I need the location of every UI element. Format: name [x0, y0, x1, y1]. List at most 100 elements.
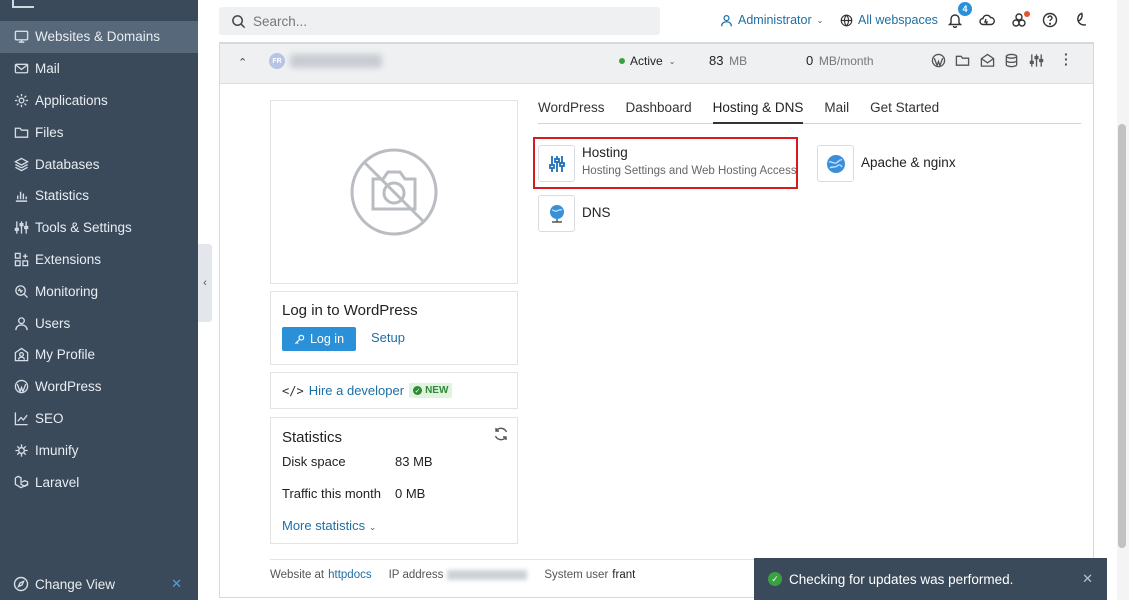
domain-panel: ⌃ FR Active ⌄ 83 MB 0 MB/month · · · Log i…	[219, 42, 1094, 598]
mail-icon	[13, 61, 29, 77]
sidebar-item-tools-settings[interactable]: Tools & Settings	[0, 212, 198, 244]
update-dot	[1024, 11, 1030, 17]
sidebar-item-statistics[interactable]: Statistics	[0, 180, 198, 212]
user-menu[interactable]: Administrator ⌄	[720, 13, 823, 27]
webspaces-menu[interactable]: All webspaces	[840, 13, 938, 27]
status-dot	[619, 58, 625, 64]
mail-icon[interactable]	[979, 52, 995, 68]
sidebar-item-applications[interactable]: Applications	[0, 85, 198, 117]
tab-dashboard[interactable]: Dashboard	[626, 100, 692, 124]
wordpress-icon	[13, 379, 29, 395]
sidebar-collapse-handle[interactable]: ‹	[198, 244, 212, 322]
monitor-icon	[13, 29, 29, 45]
domain-name-redacted[interactable]	[290, 54, 382, 68]
sidebar-item-files[interactable]: Files	[0, 116, 198, 148]
tab-get-started[interactable]: Get Started	[870, 100, 939, 124]
profile-icon	[13, 347, 29, 363]
wordpress-setup-link[interactable]: Setup	[371, 330, 405, 345]
highlight-box	[533, 137, 798, 189]
sidebar-item-imunify[interactable]: Imunify	[0, 434, 198, 466]
chevron-down-icon: ⌄	[368, 522, 377, 532]
sidebar-nav: Websites & Domains Mail Applications Fil…	[0, 21, 198, 498]
sidebar-item-monitoring[interactable]: Monitoring	[0, 275, 198, 307]
sidebar-item-label: Tools & Settings	[35, 220, 132, 236]
traffic-usage: 0 MB/month	[806, 53, 874, 68]
no-preview-camera-icon	[350, 148, 438, 236]
sidebar-item-websites-domains[interactable]: Websites & Domains	[0, 21, 198, 53]
sidebar-item-label: Files	[35, 124, 64, 140]
disk-space-value: 83 MB	[395, 454, 433, 469]
more-statistics-link[interactable]: More statistics ⌄	[282, 518, 376, 533]
more-options-icon[interactable]: · · ·	[1064, 47, 1069, 71]
seo-icon	[13, 410, 29, 426]
chevron-left-icon: ‹	[203, 277, 207, 289]
sidebar-item-users[interactable]: Users	[0, 307, 198, 339]
sidebar-item-extensions[interactable]: Extensions	[0, 244, 198, 276]
chevron-up-icon[interactable]: ⌃	[238, 56, 247, 69]
domain-tabs: WordPress Dashboard Hosting & DNS Mail G…	[538, 100, 1081, 124]
sidebar-item-label: Monitoring	[35, 283, 99, 299]
sidebar-item-wordpress[interactable]: WordPress	[0, 371, 198, 403]
domain-quick-actions	[930, 52, 1053, 68]
sidebar-item-label: Users	[35, 315, 71, 331]
key-icon	[294, 334, 305, 344]
domain-favicon: FR	[269, 53, 285, 69]
sidebar-item-databases[interactable]: Databases	[0, 148, 198, 180]
new-badge: ✓ NEW	[409, 383, 453, 398]
toast-message: Checking for updates was performed.	[789, 571, 1014, 587]
status-dropdown[interactable]: Active ⌄	[619, 54, 675, 68]
user-name: Administrator	[738, 13, 812, 27]
sidebar-item-laravel[interactable]: Laravel	[0, 466, 198, 498]
docroot-link[interactable]: httpdocs	[328, 569, 371, 581]
chevron-down-icon: ⌄	[816, 15, 824, 25]
traffic-label: Traffic this month	[282, 486, 381, 501]
website-at-label: Website at	[270, 568, 325, 581]
folder-icon[interactable]	[955, 52, 971, 68]
traffic-value: 0	[806, 53, 814, 68]
sidebar-item-label: Laravel	[35, 474, 80, 490]
system-user-value: frant	[612, 568, 636, 581]
compass-icon	[13, 576, 29, 592]
dark-mode-icon[interactable]	[1072, 11, 1090, 29]
disk-usage: 83 MB	[709, 53, 747, 68]
apache-nginx-tool[interactable]: Apache & nginx	[817, 145, 956, 182]
top-bar: Administrator ⌄ All webspaces 4	[212, 0, 1117, 42]
ip-label: IP address	[388, 568, 444, 581]
refresh-icon[interactable]	[493, 426, 509, 442]
user-icon	[13, 315, 29, 331]
wordpress-icon[interactable]	[930, 52, 946, 68]
tab-mail[interactable]: Mail	[824, 100, 849, 124]
webspaces-label: All webspaces	[858, 13, 938, 27]
dns-tool[interactable]: DNS	[538, 195, 611, 232]
tab-hosting-dns[interactable]: Hosting & DNS	[712, 100, 804, 124]
folder-icon	[13, 124, 29, 140]
cloud-icon[interactable]	[978, 11, 996, 29]
change-view-button[interactable]: Change View ✕	[0, 568, 198, 600]
sidebar-item-mail[interactable]: Mail	[0, 53, 198, 85]
sidebar-item-label: WordPress	[35, 379, 102, 395]
domain-header: ⌃ FR Active ⌄ 83 MB 0 MB/month · · ·	[220, 42, 1093, 84]
close-icon[interactable]: ✕	[171, 576, 182, 592]
statistics-title: Statistics	[282, 429, 343, 446]
sidebar-item-my-profile[interactable]: My Profile	[0, 339, 198, 371]
puzzle-icon	[13, 251, 29, 267]
help-icon[interactable]	[1041, 11, 1059, 29]
sliders-icon[interactable]	[1028, 52, 1044, 68]
tab-wordpress[interactable]: WordPress	[538, 100, 605, 124]
sidebar-item-seo[interactable]: SEO	[0, 403, 198, 435]
sidebar-item-label: Imunify	[35, 442, 79, 458]
toast-notification: ✓ Checking for updates was performed. ✕	[754, 558, 1107, 600]
check-icon: ✓	[413, 386, 423, 395]
search-input[interactable]	[253, 13, 633, 29]
scrollbar-thumb[interactable]	[1118, 124, 1126, 548]
disk-space-label: Disk space	[282, 454, 346, 469]
imunify-icon	[13, 442, 29, 458]
dns-icon	[538, 195, 575, 232]
search-box[interactable]	[219, 7, 660, 35]
sidebar-item-label: Statistics	[35, 188, 90, 204]
database-icon[interactable]	[1004, 52, 1020, 68]
close-icon[interactable]: ✕	[1082, 571, 1093, 587]
wordpress-login-button[interactable]: Log in	[282, 327, 356, 351]
hire-developer-link[interactable]: Hire a developer	[309, 383, 404, 398]
notification-badge: 4	[958, 2, 972, 16]
